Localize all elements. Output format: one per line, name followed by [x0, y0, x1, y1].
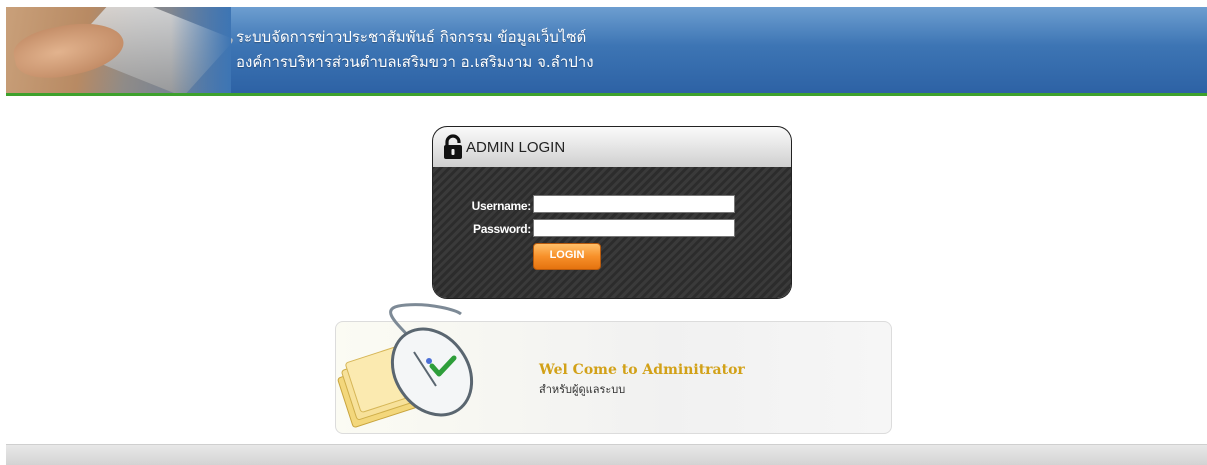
footer-bar	[6, 444, 1207, 465]
admin-login-panel: ADMIN LOGIN Username: Password: LOGIN	[433, 127, 791, 298]
header-divider	[6, 93, 1207, 96]
mouse-folder-icon	[337, 303, 474, 428]
login-title: ADMIN LOGIN	[466, 139, 566, 156]
site-title-line2: องค์การบริหารส่วนตำบลเสริมขวา อ.เสริมงาม…	[236, 53, 594, 71]
site-title-line1: ระบบจัดการข่าวประชาสัมพันธ์ กิจกรรม ข้อม…	[236, 28, 587, 46]
keyboard-hands-image	[6, 7, 235, 93]
username-label: Username:	[471, 199, 532, 213]
lock-icon	[444, 134, 462, 159]
welcome-heading: Wel Come to Adminitrator	[539, 362, 745, 378]
password-label: Password:	[473, 222, 531, 236]
username-input[interactable]	[533, 195, 735, 213]
login-button[interactable]: LOGIN	[533, 243, 601, 270]
site-title: ระบบจัดการข่าวประชาสัมพันธ์ กิจกรรม ข้อม…	[236, 25, 594, 75]
header-banner: ระบบจัดการข่าวประชาสัมพันธ์ กิจกรรม ข้อม…	[6, 7, 1207, 93]
password-input[interactable]	[533, 219, 735, 237]
welcome-subtext: สำหรับผู้ดูแลระบบ	[539, 383, 626, 396]
login-header: ADMIN LOGIN	[433, 127, 791, 167]
